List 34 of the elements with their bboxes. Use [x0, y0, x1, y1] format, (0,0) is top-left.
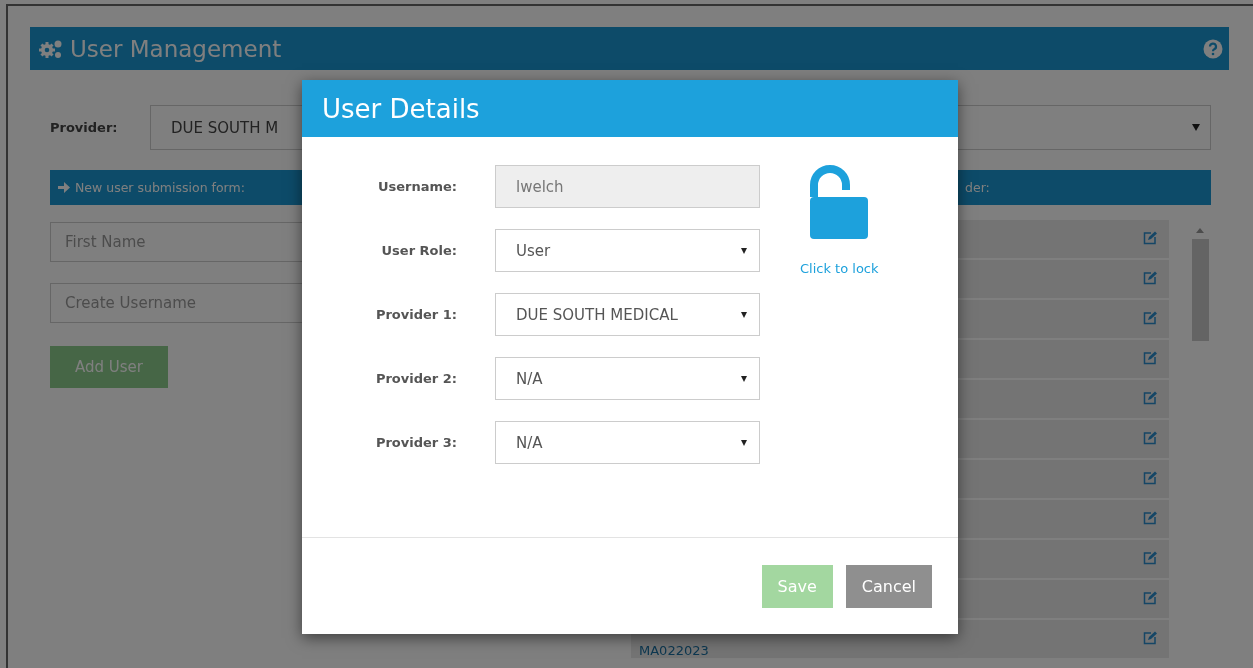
edit-icon[interactable]	[1143, 311, 1157, 325]
edit-icon[interactable]	[1143, 391, 1157, 405]
field-label: Provider 1:	[374, 307, 457, 322]
open-padlock-icon[interactable]	[810, 165, 869, 239]
lock-link[interactable]: Click to lock	[800, 261, 879, 276]
edit-icon[interactable]	[1143, 551, 1157, 565]
caret-icon	[741, 375, 747, 382]
edit-icon[interactable]	[1143, 351, 1157, 365]
field-label: Provider 3:	[374, 435, 457, 450]
caret-icon	[741, 247, 747, 254]
edit-icon[interactable]	[1143, 511, 1157, 525]
page-title: User Management	[70, 35, 283, 62]
edit-icon[interactable]	[1143, 271, 1157, 285]
caret-icon	[741, 311, 747, 318]
provider-label: Provider:	[50, 120, 119, 135]
select-field[interactable]: N/A	[495, 421, 760, 464]
field-label: User Role:	[380, 243, 457, 258]
edit-icon[interactable]	[1143, 631, 1157, 645]
select-field[interactable]: DUE SOUTH MEDICAL	[495, 293, 760, 336]
field-label: Provider 2:	[374, 371, 457, 386]
dialog-title: User Details	[302, 80, 958, 137]
dialog-button[interactable]: Cancel	[845, 565, 932, 608]
user-code: MA022023	[639, 643, 709, 658]
edit-icon[interactable]	[1143, 591, 1157, 605]
caret-icon	[741, 439, 747, 446]
arrow-icon	[58, 182, 70, 193]
edit-icon[interactable]	[1143, 431, 1157, 445]
caret-icon	[1192, 124, 1200, 131]
help-icon[interactable]	[1203, 38, 1223, 59]
field-label: Username:	[376, 179, 457, 194]
select-field[interactable]: User	[495, 229, 760, 272]
edit-icon[interactable]	[1143, 231, 1157, 245]
edit-icon[interactable]	[1143, 471, 1157, 485]
select-field[interactable]: N/A	[495, 357, 760, 400]
